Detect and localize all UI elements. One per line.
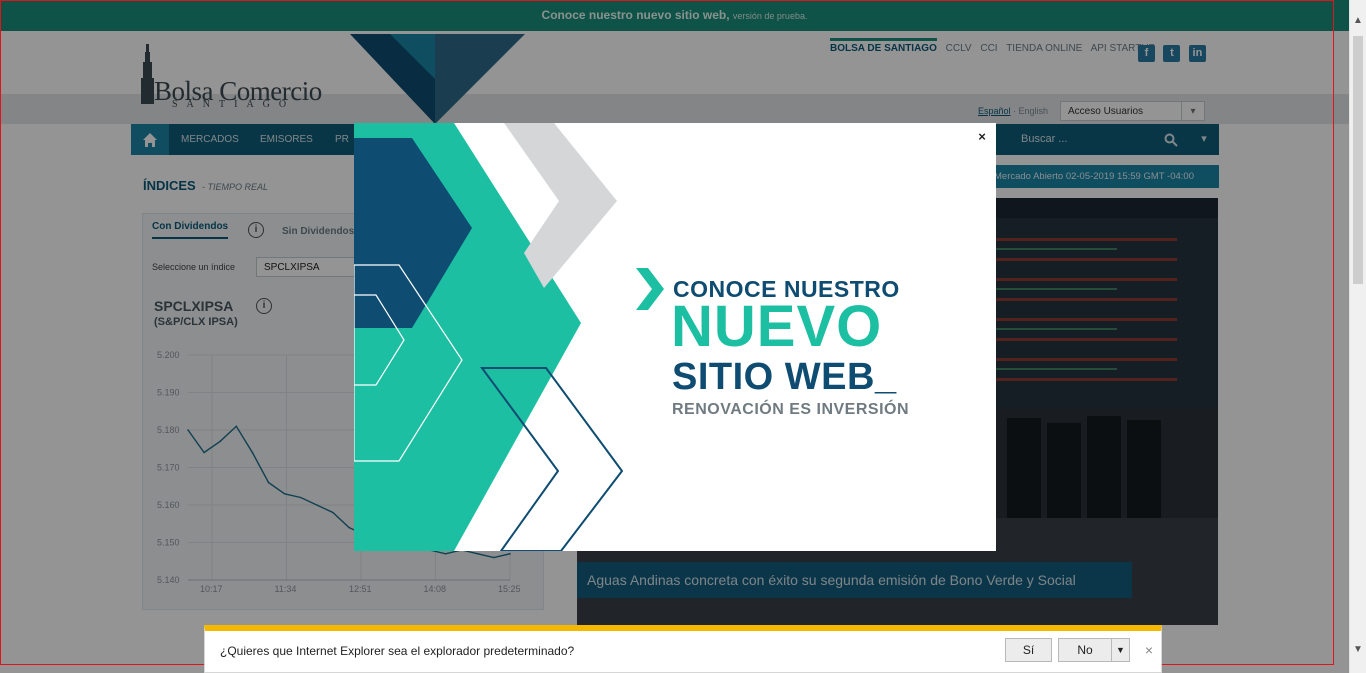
- scroll-thumb[interactable]: [1353, 36, 1363, 284]
- scroll-down-icon[interactable]: ▼: [1350, 643, 1366, 657]
- page: Conoce nuestro nuevo sitio web, versión …: [0, 0, 1349, 673]
- chevron-down-icon[interactable]: ▼: [1111, 638, 1130, 662]
- vertical-scrollbar[interactable]: ▲ ▼: [1349, 0, 1366, 673]
- close-icon[interactable]: ×: [1142, 642, 1156, 658]
- promo-line-4: RENOVACIÓN ES INVERSIÓN: [672, 401, 910, 418]
- ie-notification-message: ¿Quieres que Internet Explorer sea el ex…: [220, 644, 575, 658]
- ie-no-button[interactable]: No: [1058, 638, 1112, 662]
- ie-yes-button[interactable]: Sí: [1005, 638, 1052, 662]
- scroll-up-icon[interactable]: ▲: [1350, 14, 1366, 28]
- close-icon[interactable]: ×: [974, 129, 990, 145]
- promo-line-3: SITIO WEB_: [672, 356, 897, 398]
- chevron-right-icon: [636, 268, 664, 310]
- promo-line-2: NUEVO: [671, 294, 883, 359]
